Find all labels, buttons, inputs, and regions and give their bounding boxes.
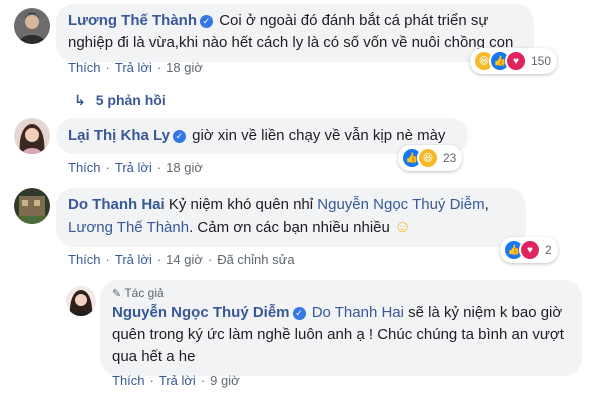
reply-link[interactable]: Trả lời — [115, 60, 152, 75]
comment-bubble: Do Thanh Hai Kỷ niệm khó quên nhỉ Nguyễn… — [56, 188, 526, 247]
view-replies-link[interactable]: ↳ 5 phản hồi — [74, 92, 166, 109]
author-badge: ✎ Tác giả — [112, 286, 164, 300]
pencil-icon: ✎ — [112, 288, 122, 300]
timestamp[interactable]: 9 giờ — [210, 373, 240, 388]
comment-bubble: Lương Thế Thành ✓ Coi ở ngoài đó đánh bắt… — [56, 4, 534, 62]
reaction-count: 150 — [531, 54, 552, 68]
reply-link[interactable]: Trả lời — [115, 160, 152, 175]
timestamp[interactable]: 18 giờ — [166, 60, 203, 75]
timestamp[interactable]: 14 giờ — [166, 252, 203, 267]
verified-icon: ✓ — [292, 307, 306, 320]
verified-icon: ✓ — [172, 130, 186, 143]
avatar-do-thanh-hai[interactable] — [14, 188, 50, 224]
comment-actions: Thích · Trả lời · 18 giờ — [68, 60, 203, 75]
avatar-nguyen-ngoc-thuy-diem[interactable] — [66, 286, 96, 316]
smile-emoji-icon: ☺ — [394, 217, 412, 236]
like-link[interactable]: Thích — [112, 373, 145, 388]
reply-link[interactable]: Trả lời — [115, 252, 152, 267]
reply-bubble: ✎ Tác giả Nguyễn Ngọc Thuý Diễm ✓ Do Than… — [100, 280, 582, 376]
reaction-count: 2 — [545, 243, 552, 257]
timestamp[interactable]: 18 giờ — [166, 160, 203, 175]
like-link[interactable]: Thích — [68, 160, 101, 175]
avatar-luong-the-thanh[interactable] — [14, 8, 50, 44]
comment-actions: Thích · Trả lời · 18 giờ — [68, 160, 203, 175]
replies-count: 5 phản hồi — [95, 92, 166, 108]
reaction-summary[interactable]: 😆 👍 ♥ 150 — [470, 48, 558, 74]
comment-text-end: . Cảm ơn các bạn nhiều nhiều — [189, 219, 395, 236]
mention-link[interactable]: Nguyễn Ngọc Thuý Diễm — [317, 196, 484, 213]
like-link[interactable]: Thích — [68, 60, 101, 75]
love-icon: ♥ — [505, 50, 527, 72]
reply-arrow-icon: ↳ — [74, 92, 86, 108]
avatar-lai-thi-kha-ly[interactable] — [14, 118, 50, 154]
comment-text: giờ xin về liền chạy về vẫn kịp nè mày — [192, 127, 446, 144]
reply-actions: Thích · Trả lời · 9 giờ — [112, 373, 240, 388]
comment-text-start: Kỷ niệm khó quên nhỉ — [168, 196, 318, 213]
love-icon: ♥ — [519, 239, 541, 261]
reaction-summary[interactable]: 👍 ♥ 2 — [500, 237, 558, 263]
reaction-summary[interactable]: 👍 😆 23 — [398, 145, 463, 171]
haha-icon: 😆 — [417, 147, 439, 169]
edited-label[interactable]: Đã chỉnh sửa — [217, 252, 294, 267]
like-link[interactable]: Thích — [68, 252, 101, 267]
reply-link[interactable]: Trả lời — [159, 373, 196, 388]
mention-link[interactable]: Lương Thế Thành — [68, 219, 189, 236]
comment-author[interactable]: Lương Thế Thành — [68, 12, 197, 29]
comment-actions: Thích · Trả lời · 14 giờ · Đã chỉnh sửa — [68, 252, 295, 267]
reply-author[interactable]: Nguyễn Ngọc Thuý Diễm — [112, 304, 290, 321]
reaction-count: 23 — [443, 151, 457, 165]
comment-author[interactable]: Lại Thị Kha Ly — [68, 127, 170, 144]
mention-link[interactable]: Do Thanh Hai — [312, 304, 404, 321]
comment-text-separator: , — [484, 196, 489, 213]
comment-author[interactable]: Do Thanh Hai — [68, 196, 165, 213]
verified-icon: ✓ — [200, 15, 214, 28]
